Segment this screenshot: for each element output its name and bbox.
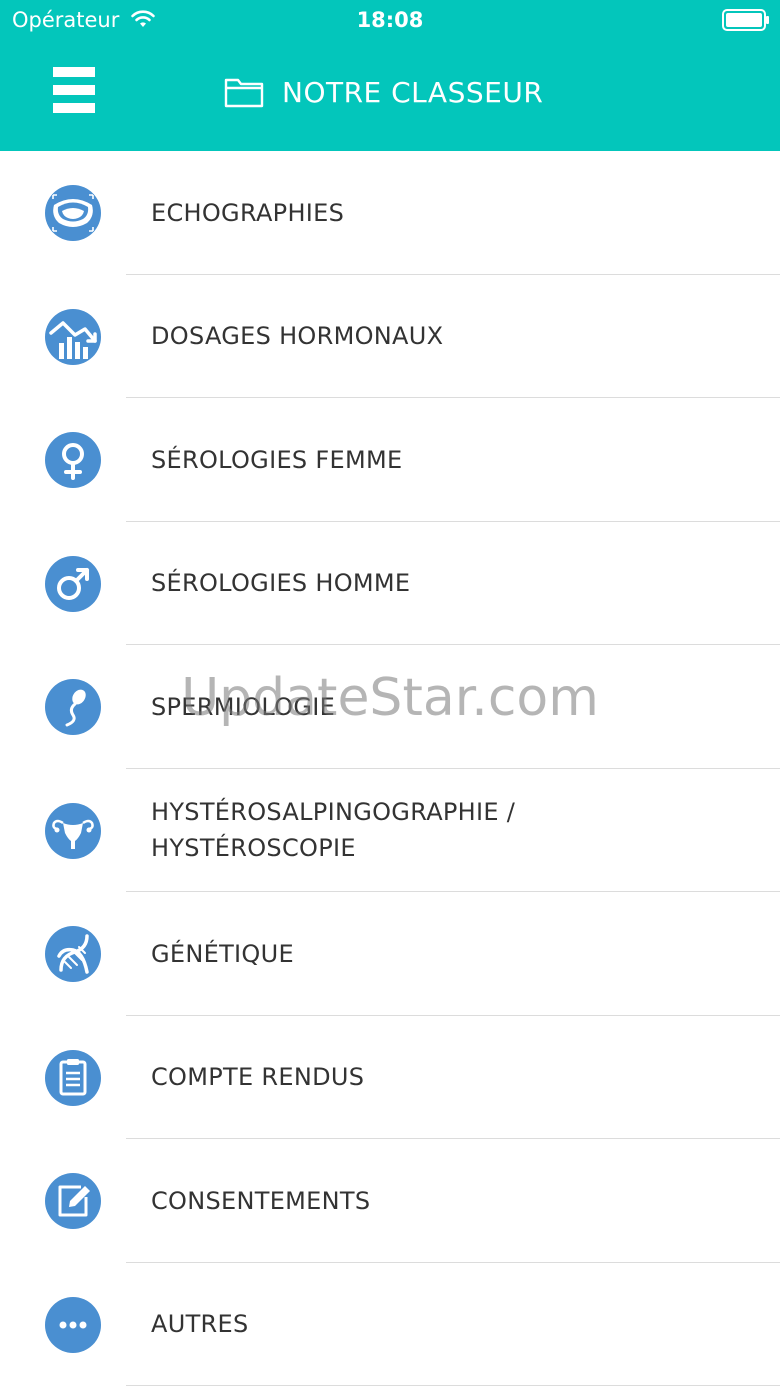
battery-icon: [722, 9, 770, 31]
list-item-consentements[interactable]: CONSENTEMENTS: [0, 1139, 780, 1263]
list-item-label: ECHOGRAPHIES: [151, 198, 345, 227]
page-title-group: NOTRE CLASSEUR: [224, 72, 543, 112]
list-item-label: SÉROLOGIES HOMME: [151, 569, 411, 598]
female-symbol-icon: [45, 432, 101, 488]
status-bar: Opérateur 18:08: [0, 0, 780, 40]
top-app-bar: NOTRE CLASSEUR: [0, 40, 780, 151]
divider: [126, 1385, 780, 1386]
list-item-label: CONSENTEMENTS: [151, 1186, 371, 1215]
folder-icon: [224, 75, 264, 109]
uterus-icon: [45, 802, 101, 859]
clock: 18:08: [356, 8, 424, 32]
sperm-icon: [45, 679, 101, 735]
list-item-echographies[interactable]: ECHOGRAPHIES: [0, 151, 780, 275]
page-title: NOTRE CLASSEUR: [282, 75, 544, 109]
hamburger-menu-icon[interactable]: [44, 58, 104, 122]
list-item-label: AUTRES: [151, 1310, 249, 1339]
dna-icon: [45, 926, 101, 982]
list-item-autres[interactable]: AUTRES: [0, 1263, 780, 1386]
list-item-spermiologie[interactable]: SPERMIOLOGIE: [0, 645, 780, 769]
more-dots-icon: [45, 1296, 101, 1353]
list-item-label: SÉROLOGIES FEMME: [151, 445, 403, 474]
ultrasound-icon: [45, 185, 101, 241]
app-screen: Opérateur 18:08 NOTRE CLASSEUR ECHOGRAPH…: [0, 0, 780, 1387]
list-item-label: GÉNÉTIQUE: [151, 939, 294, 968]
list-item-compte-rendus[interactable]: COMPTE RENDUS: [0, 1016, 780, 1139]
list-item-label: DOSAGES HORMONAUX: [151, 322, 444, 351]
list-item-label: COMPTE RENDUS: [151, 1063, 365, 1092]
list-item-label: SPERMIOLOGIE: [151, 692, 336, 721]
category-list: ECHOGRAPHIES DOSAGES HORMONAUX SÉROLOGIE…: [0, 151, 780, 1386]
edit-icon: [45, 1173, 101, 1229]
list-item-dosages-hormonaux[interactable]: DOSAGES HORMONAUX: [0, 275, 780, 398]
male-symbol-icon: [45, 555, 101, 612]
list-item-serologies-femme[interactable]: SÉROLOGIES FEMME: [0, 398, 780, 522]
clipboard-icon: [45, 1049, 101, 1106]
list-item-genetique[interactable]: GÉNÉTIQUE: [0, 892, 780, 1016]
list-item-serologies-homme[interactable]: SÉROLOGIES HOMME: [0, 522, 780, 645]
chart-down-icon: [45, 308, 101, 365]
list-item-hysterosalpingographie[interactable]: HYSTÉROSALPINGOGRAPHIE / HYSTÉROSCOPIE: [0, 769, 780, 892]
list-item-label: HYSTÉROSALPINGOGRAPHIE / HYSTÉROSCOPIE: [151, 798, 516, 863]
